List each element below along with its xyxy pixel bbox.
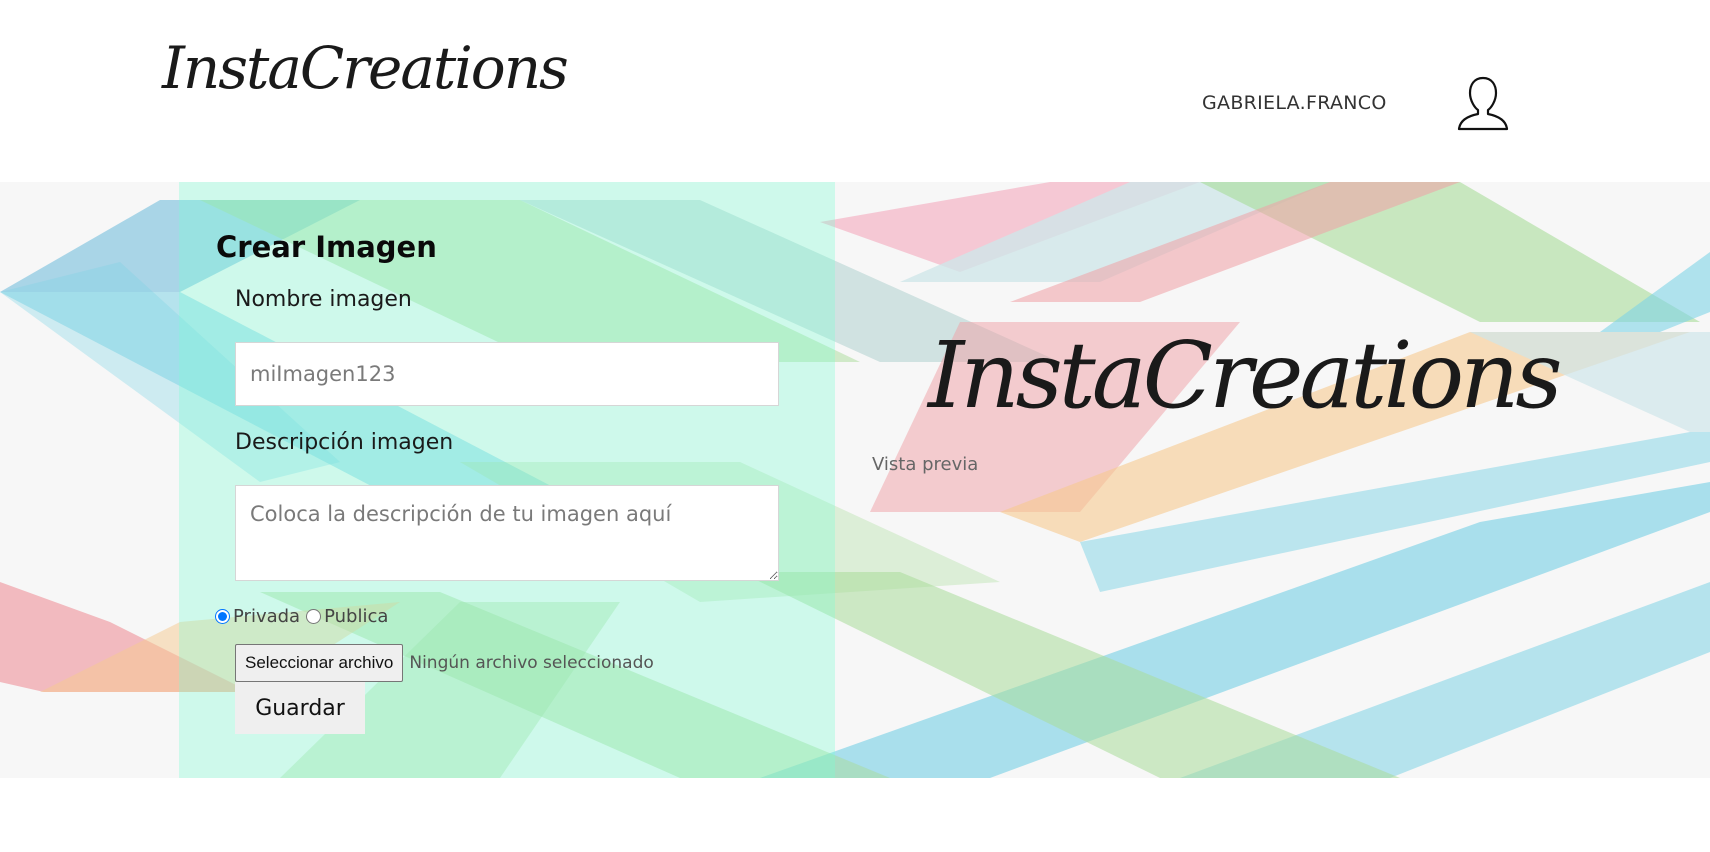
public-radio-label[interactable]: Publica — [324, 606, 388, 627]
user-silhouette-icon[interactable] — [1456, 74, 1510, 132]
public-radio[interactable] — [306, 609, 322, 624]
preview-label: Vista previa — [872, 454, 979, 475]
form-title: Crear Imagen — [216, 230, 437, 264]
preview-image: InstaCreations — [928, 322, 1563, 429]
private-radio-label[interactable]: Privada — [233, 606, 300, 627]
create-image-form: Crear Imagen Nombre imagen Descripción i… — [179, 182, 835, 778]
description-label: Descripción imagen — [235, 430, 454, 455]
image-name-input[interactable] — [235, 342, 779, 406]
select-file-button[interactable]: Seleccionar archivo — [235, 644, 404, 682]
site-header: InstaCreations GABRIELA.FRANCO — [0, 0, 1710, 182]
save-button[interactable]: Guardar — [235, 682, 365, 734]
image-description-textarea[interactable] — [235, 485, 779, 581]
private-radio[interactable] — [215, 609, 230, 624]
hero-section: Crear Imagen Nombre imagen Descripción i… — [0, 182, 1710, 778]
name-label: Nombre imagen — [235, 287, 412, 312]
file-picker: Seleccionar archivo Ningún archivo selec… — [235, 644, 654, 682]
file-status-text: Ningún archivo seleccionado — [409, 653, 654, 673]
site-logo[interactable]: InstaCreations — [162, 34, 569, 102]
visibility-radio-group: Privada Publica — [215, 606, 394, 627]
username-label[interactable]: GABRIELA.FRANCO — [1202, 92, 1387, 114]
